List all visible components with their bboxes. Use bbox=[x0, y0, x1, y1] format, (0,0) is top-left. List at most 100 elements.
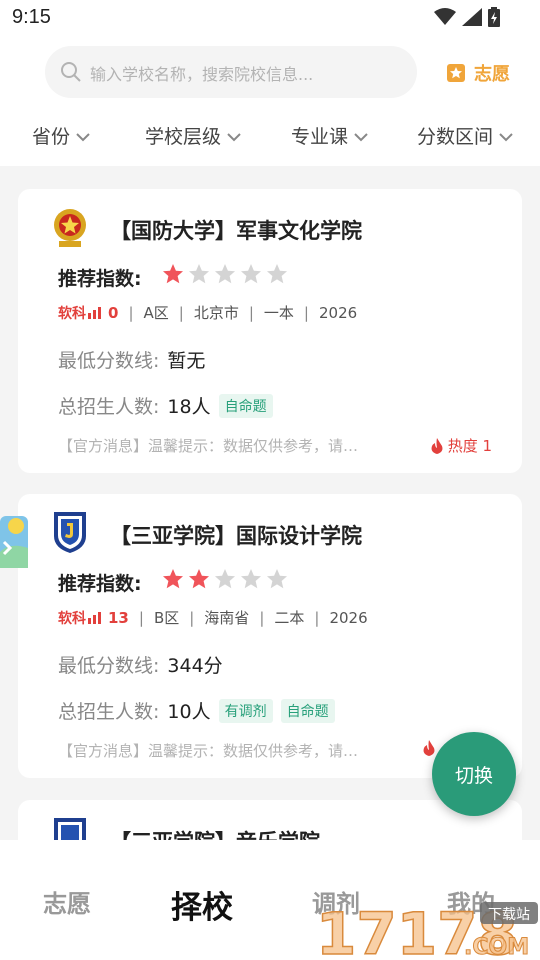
chevron-down-icon bbox=[354, 132, 368, 141]
enrollment-value: 10人 bbox=[167, 701, 211, 723]
switch-fab-button[interactable]: 切换 bbox=[432, 732, 516, 816]
school-card[interactable]: 【三亚学院】国际设计学院 推荐指数: 软科 13 | B区 | 海南省 | 二本… bbox=[18, 494, 522, 778]
min-score-row: 最低分数线: 暂无 bbox=[58, 346, 205, 373]
recommend-stars bbox=[162, 568, 288, 590]
school-card[interactable]: 【国防大学】军事文化学院 推荐指数: 软科 0 | A区 | 北京市 | 一本 … bbox=[18, 189, 522, 473]
school-city: 海南省 bbox=[204, 609, 250, 627]
search-icon bbox=[61, 62, 81, 82]
filter-label: 省份 bbox=[32, 126, 71, 148]
tag-badge: 自命题 bbox=[218, 393, 273, 418]
enrollment-row: 总招生人数: 18人 自命题 bbox=[58, 392, 273, 419]
star-icon-empty bbox=[241, 264, 261, 284]
recommend-label: 推荐指数: bbox=[58, 268, 142, 290]
star-icon-filled bbox=[163, 264, 183, 284]
divider: | bbox=[178, 303, 184, 322]
enrollment-label: 总招生人数: bbox=[58, 396, 160, 418]
divider: | bbox=[303, 303, 309, 322]
school-name: 【三亚学院】国际设计学院 bbox=[110, 524, 362, 548]
school-year: 2026 bbox=[318, 303, 358, 322]
tag-badge: 自命题 bbox=[280, 698, 335, 723]
recommend-label: 推荐指数: bbox=[58, 573, 142, 595]
fire-icon bbox=[423, 740, 435, 756]
school-emblem-icon bbox=[54, 209, 86, 247]
school-tier: 一本 bbox=[263, 304, 294, 322]
school-emblem-icon bbox=[54, 512, 86, 553]
bar-chart-icon bbox=[88, 306, 101, 319]
heat-indicator: 热度 1 bbox=[430, 435, 492, 456]
filter-label: 专业课 bbox=[291, 126, 349, 148]
tag-badge: 有调剂 bbox=[218, 698, 273, 723]
notice-text: 【官方消息】温馨提示：数据仅供参考，请… bbox=[58, 742, 359, 760]
signal-icon bbox=[462, 8, 482, 26]
wifi-icon bbox=[434, 8, 456, 25]
chevron-down-icon bbox=[76, 132, 90, 141]
ranking-value: 13 bbox=[108, 608, 129, 627]
tab-wish[interactable]: 志愿 bbox=[43, 884, 91, 919]
divider: | bbox=[314, 608, 320, 627]
star-icon-filled bbox=[163, 569, 183, 589]
filter-label: 学校层级 bbox=[145, 126, 222, 148]
ranking-brand: 软科 bbox=[58, 608, 102, 628]
filter-bar: 省份 学校层级 专业课 分数区间 bbox=[0, 122, 540, 166]
filter-label: 分数区间 bbox=[417, 126, 494, 148]
min-score-row: 最低分数线: 344分 bbox=[58, 651, 223, 678]
divider: | bbox=[128, 303, 134, 322]
min-score-label: 最低分数线: bbox=[58, 350, 160, 372]
watermark-badge: 下载站 bbox=[488, 907, 530, 923]
bar-chart-icon bbox=[88, 611, 101, 624]
school-tier: 二本 bbox=[274, 609, 305, 627]
star-icon-empty bbox=[267, 264, 287, 284]
school-meta: 软科 0 | A区 | 北京市 | 一本 | 2026 bbox=[58, 302, 357, 323]
heat-label: 热度 1 bbox=[447, 437, 492, 455]
heat-indicator bbox=[422, 740, 436, 756]
filter-school-level[interactable]: 学校层级 bbox=[145, 122, 241, 149]
fire-icon bbox=[431, 437, 443, 454]
recommend-stars bbox=[162, 263, 288, 285]
school-zone: A区 bbox=[143, 304, 169, 322]
status-bar: 9:15 bbox=[0, 0, 540, 36]
search-placeholder: 输入学校名称，搜索院校信息... bbox=[90, 65, 314, 84]
ranking-brand-label: 软科 bbox=[58, 610, 86, 627]
star-icon-empty bbox=[189, 264, 209, 284]
wish-label: 志愿 bbox=[474, 64, 510, 85]
notice-text: 【官方消息】温馨提示：数据仅供参考，请… bbox=[58, 437, 359, 455]
school-year: 2026 bbox=[329, 608, 368, 627]
search-input[interactable]: 输入学校名称，搜索院校信息... bbox=[45, 46, 417, 98]
battery-icon bbox=[488, 7, 500, 27]
ranking-value: 0 bbox=[108, 303, 119, 322]
star-icon-empty bbox=[215, 569, 235, 589]
star-icon-filled bbox=[189, 569, 209, 589]
filter-major[interactable]: 专业课 bbox=[291, 122, 368, 149]
chevron-down-icon bbox=[227, 132, 241, 141]
ranking-brand: 软科 bbox=[58, 303, 102, 323]
filter-score-range[interactable]: 分数区间 bbox=[417, 122, 513, 149]
tab-choose-school[interactable]: 择校 bbox=[169, 882, 235, 927]
star-icon-empty bbox=[215, 264, 235, 284]
switch-label: 切换 bbox=[454, 764, 493, 787]
divider: | bbox=[259, 608, 265, 627]
min-score-label: 最低分数线: bbox=[58, 655, 160, 677]
min-score-value: 暂无 bbox=[167, 350, 206, 372]
divider: | bbox=[248, 303, 254, 322]
enrollment-label: 总招生人数: bbox=[58, 701, 160, 723]
watermark-logo: 17178 .COM 下载站 bbox=[315, 899, 538, 960]
chevron-down-icon bbox=[499, 132, 513, 141]
watermark-suffix: .COM bbox=[464, 935, 529, 960]
enrollment-row: 总招生人数: 10人 有调剂 自命题 bbox=[58, 697, 335, 724]
tab-label: 择校 bbox=[171, 890, 233, 926]
school-name: 【国防大学】军事文化学院 bbox=[110, 219, 362, 243]
star-bookmark-icon bbox=[447, 64, 465, 82]
floating-weather-icon[interactable] bbox=[0, 512, 30, 572]
star-icon-empty bbox=[241, 569, 261, 589]
school-zone: B区 bbox=[153, 609, 180, 627]
status-icons bbox=[434, 7, 500, 27]
status-time: 9:15 bbox=[12, 6, 51, 28]
filter-province[interactable]: 省份 bbox=[32, 122, 90, 149]
wish-button[interactable]: 志愿 bbox=[446, 60, 510, 86]
enrollment-value: 18人 bbox=[167, 396, 211, 418]
divider: | bbox=[138, 608, 144, 627]
header: 输入学校名称，搜索院校信息... 志愿 省份 学校层级 专业课 分数区间 bbox=[0, 36, 540, 166]
star-icon-empty bbox=[267, 569, 287, 589]
school-meta: 软科 13 | B区 | 海南省 | 二本 | 2026 bbox=[58, 607, 368, 628]
divider: | bbox=[189, 608, 195, 627]
